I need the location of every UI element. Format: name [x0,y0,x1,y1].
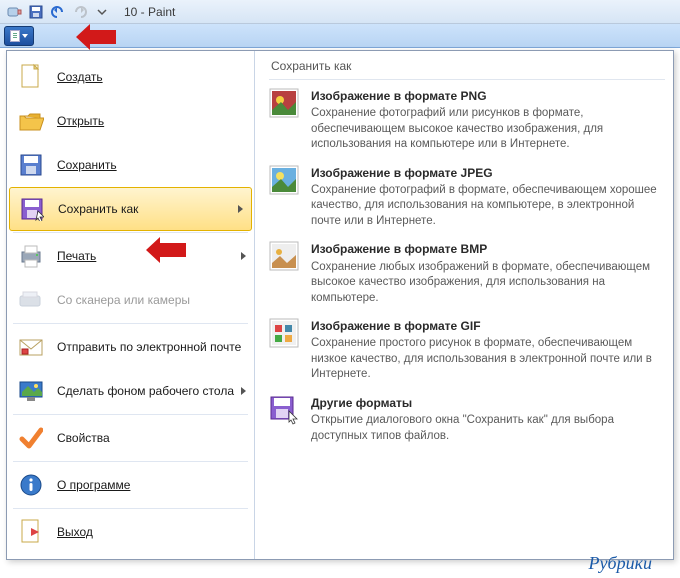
document-icon [10,30,20,42]
menu-separator [13,461,248,462]
window-title: 10 - Paint [124,5,175,19]
info-icon [17,471,45,499]
jpeg-thumbnail-icon [269,165,299,195]
chevron-right-icon [238,205,243,213]
menu-item-create[interactable]: Создать [7,55,254,99]
save-as-panel: Сохранить как Изображение в формате PNG … [255,51,673,559]
option-heading: Изображение в формате GIF [311,318,665,334]
chevron-right-icon [241,387,246,395]
option-description: Сохранение фотографий в формате, обеспеч… [311,184,657,227]
menu-item-wallpaper[interactable]: Сделать фоном рабочего стола [7,369,254,413]
qat-paint-icon [4,3,24,21]
menu-item-properties[interactable]: Свойства [7,416,254,460]
menu-item-label: Сохранить как [58,202,234,216]
panel-title: Сохранить как [269,57,665,80]
envelope-icon [17,333,45,361]
menu-item-scanner: Со сканера или камеры [7,278,254,322]
option-heading: Изображение в формате JPEG [311,165,665,181]
menu-item-label: Выход [57,525,93,539]
qat-save-button[interactable] [26,3,46,21]
dropdown-arrow-icon [22,34,28,38]
printer-icon [17,242,45,270]
callout-arrow-2 [146,237,186,263]
checkmark-icon [17,424,45,452]
option-bmp[interactable]: Изображение в формате BMP Сохранение люб… [269,241,665,306]
menu-item-label: Открыть [57,114,104,128]
title-bar: 10 - Paint [0,0,680,24]
option-jpeg[interactable]: Изображение в формате JPEG Сохранение фо… [269,165,665,230]
option-description: Сохранение фотографий или рисунков в фор… [311,107,603,150]
new-document-icon [17,63,45,91]
option-png[interactable]: Изображение в формате PNG Сохранение фот… [269,88,665,153]
file-menu-list: Создать Открыть Сохранить Сохранить как [7,51,255,559]
option-gif[interactable]: Изображение в формате GIF Сохранение про… [269,318,665,383]
option-heading: Изображение в формате PNG [311,88,665,104]
option-description: Открытие диалогового окна "Сохранить как… [311,414,614,442]
menu-item-open[interactable]: Открыть [7,99,254,143]
menu-item-label: Свойства [57,431,246,445]
option-heading: Другие форматы [311,395,665,411]
qat-undo-button[interactable] [48,3,68,21]
file-menu-button[interactable] [4,26,34,46]
save-as-dialog-icon [269,395,299,425]
bmp-thumbnail-icon [269,241,299,271]
menu-item-label: Отправить по электронной почте [57,340,246,354]
menu-item-save-as[interactable]: Сохранить как [9,187,252,231]
png-thumbnail-icon [269,88,299,118]
footer-text: Рубрики [589,553,652,574]
gif-thumbnail-icon [269,318,299,348]
folder-open-icon [17,107,45,135]
menu-separator [13,414,248,415]
menu-item-label: Сохранить [57,158,117,172]
desktop-icon [17,377,45,405]
menu-item-print[interactable]: Печать [7,234,254,278]
menu-item-about[interactable]: О программе [7,463,254,507]
option-other-formats[interactable]: Другие форматы Открытие диалогового окна… [269,395,665,444]
chevron-right-icon [241,252,246,260]
menu-item-label: О программе [57,478,130,492]
menu-item-exit[interactable]: Выход [7,510,254,554]
menu-item-email[interactable]: Отправить по электронной почте [7,325,254,369]
menu-item-label: Со сканера или камеры [57,293,246,307]
exit-icon [17,518,45,546]
option-description: Сохранение простого рисунок в формате, о… [311,337,652,380]
menu-item-label: Создать [57,70,103,84]
option-heading: Изображение в формате BMP [311,241,665,257]
file-menu-dropdown: Создать Открыть Сохранить Сохранить как [6,50,674,560]
qat-redo-button[interactable] [70,3,90,21]
callout-arrow-1 [76,24,116,50]
qat-customize-button[interactable] [92,3,112,21]
menu-item-label: Сделать фоном рабочего стола [57,384,237,398]
menu-separator [13,508,248,509]
save-as-icon [18,195,46,223]
menu-separator [13,323,248,324]
menu-item-label: Печать [57,249,96,263]
scanner-icon [17,286,45,314]
option-description: Сохранение любых изображений в формате, … [311,261,650,304]
menu-item-save[interactable]: Сохранить [7,143,254,187]
save-icon [17,151,45,179]
menu-separator [13,232,248,233]
